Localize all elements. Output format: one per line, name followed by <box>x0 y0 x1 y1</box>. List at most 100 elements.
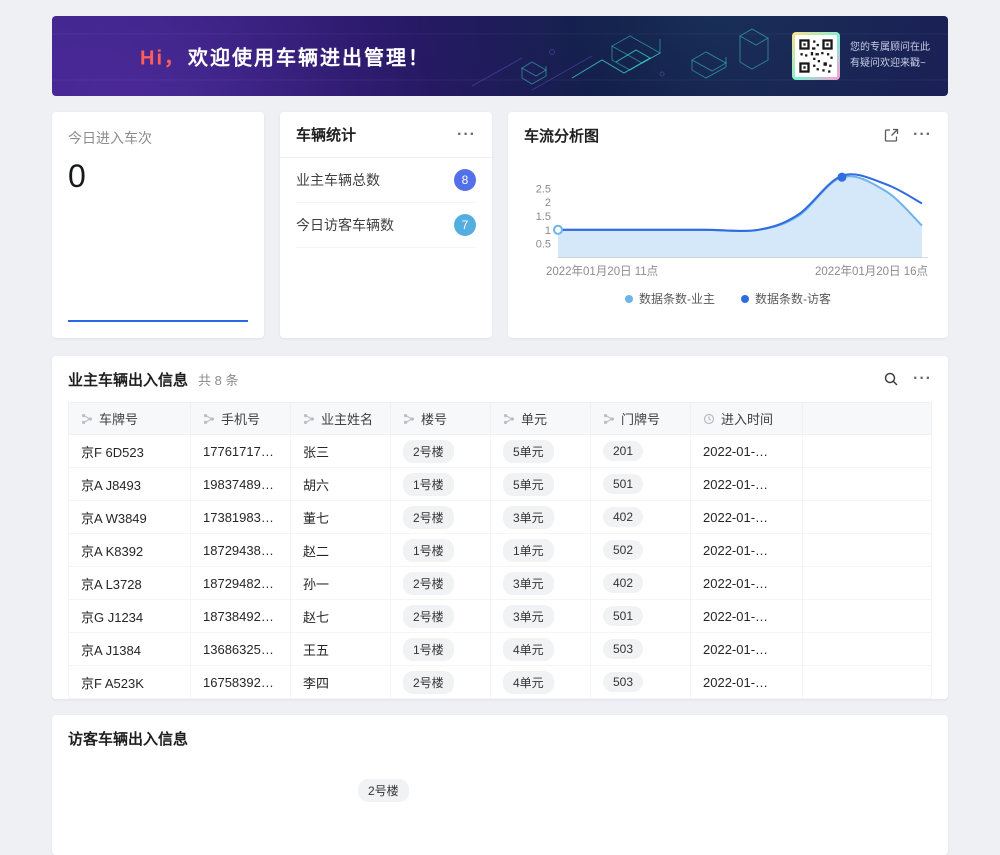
table-cell: 501 <box>591 468 691 501</box>
export-icon[interactable] <box>884 128 899 143</box>
table-cell: 2022-01-… <box>691 534 803 567</box>
column-header[interactable]: 门牌号 <box>591 403 691 435</box>
table-cell: 2022-01-… <box>691 435 803 468</box>
table-cell: 京G J1234 <box>69 600 191 633</box>
column-header[interactable]: 手机号 <box>191 403 291 435</box>
stats-row: 业主车辆总数8 <box>296 158 476 203</box>
legend-label: 数据条数-访客 <box>755 290 831 307</box>
legend-label: 数据条数-业主 <box>639 290 715 307</box>
table-row[interactable]: 京G J123418738492…赵七2号楼3单元5012022-01-… <box>69 600 932 633</box>
table-row[interactable]: 京A J849319837489…胡六1号楼5单元5012022-01-… <box>69 468 932 501</box>
search-icon[interactable] <box>883 371 899 387</box>
table-row[interactable]: 京F A523K16758392…李四2号楼4单元5032022-01-… <box>69 666 932 699</box>
table-cell <box>803 600 932 633</box>
column-header-label: 单元 <box>521 412 547 427</box>
tag: 3单元 <box>503 506 554 529</box>
table-cell: 3单元 <box>491 600 591 633</box>
table-cell: 京A J8493 <box>69 468 191 501</box>
legend-item[interactable]: 数据条数-业主 <box>625 290 715 307</box>
today-entries-value: 0 <box>68 158 248 195</box>
column-header[interactable]: 业主姓名 <box>291 403 391 435</box>
top-cards-row: 今日进入车次 0 车辆统计 ··· 业主车辆总数8今日访客车辆数7 车流分析图 <box>52 112 948 338</box>
table-cell: 17761717… <box>191 435 291 468</box>
table-row[interactable]: 京F 6D52317761717…张三2号楼5单元2012022-01-… <box>69 435 932 468</box>
svg-text:1.5: 1.5 <box>536 211 551 223</box>
column-header-label: 业主姓名 <box>321 412 373 427</box>
today-entries-sparkline <box>68 320 248 322</box>
table-cell <box>803 666 932 699</box>
column-header-label: 车牌号 <box>99 412 138 427</box>
table-cell: 201 <box>591 435 691 468</box>
qr-caption-line2: 有疑问欢迎来戳~ <box>850 56 930 72</box>
table-row[interactable]: 京A K839218729438…赵二1号楼1单元5022022-01-… <box>69 534 932 567</box>
traffic-chart-card: 车流分析图 ··· 0.511.522.52022年01月20日 11点2022… <box>508 112 948 338</box>
table-cell: 5单元 <box>491 435 591 468</box>
svg-text:1: 1 <box>545 225 551 237</box>
tag: 1号楼 <box>403 539 454 562</box>
table-cell: 2号楼 <box>391 501 491 534</box>
table-cell: 2022-01-… <box>691 501 803 534</box>
table-cell: 赵二 <box>291 534 391 567</box>
table-cell: 18729482… <box>191 567 291 600</box>
table-cell <box>803 435 932 468</box>
table-cell: 19837489… <box>191 468 291 501</box>
tag: 502 <box>603 540 643 560</box>
more-icon[interactable]: ··· <box>913 371 932 387</box>
table-cell: 2号楼 <box>391 600 491 633</box>
svg-text:2022年01月20日 16点: 2022年01月20日 16点 <box>815 264 928 278</box>
table-cell: 1号楼 <box>391 534 491 567</box>
qr-code-image <box>795 35 837 77</box>
traffic-chart-title: 车流分析图 <box>524 125 599 146</box>
chart-legend: 数据条数-业主 数据条数-访客 <box>508 290 948 307</box>
column-header-label: 楼号 <box>421 412 447 427</box>
vehicle-stats-rows: 业主车辆总数8今日访客车辆数7 <box>280 158 492 248</box>
column-header[interactable]: 楼号 <box>391 403 491 435</box>
table-cell: 京F 6D523 <box>69 435 191 468</box>
tag: 5单元 <box>503 473 554 496</box>
visitor-table-header: 访客车辆出入信息 <box>52 715 948 761</box>
vehicle-stats-card: 车辆统计 ··· 业主车辆总数8今日访客车辆数7 <box>280 112 492 338</box>
more-icon[interactable]: ··· <box>913 127 932 143</box>
column-header[interactable]: 单元 <box>491 403 591 435</box>
tag: 3单元 <box>503 572 554 595</box>
table-cell <box>803 534 932 567</box>
owner-table-title: 业主车辆出入信息 <box>68 369 188 390</box>
traffic-chart-header: 车流分析图 ··· <box>508 112 948 158</box>
table-cell: 胡六 <box>291 468 391 501</box>
tag: 501 <box>603 474 643 494</box>
owner-table-card: 业主车辆出入信息 共 8 条 ··· 车牌号 手机号 业主姓名 楼号 单元 门牌号 进入时间… <box>52 356 948 699</box>
table-row[interactable]: 京A W384917381983…董七2号楼3单元4022022-01-… <box>69 501 932 534</box>
table-cell: 13686325… <box>191 633 291 666</box>
tag: 2号楼 <box>358 779 409 802</box>
owner-table-header: 业主车辆出入信息 共 8 条 ··· <box>52 356 948 402</box>
column-header <box>803 403 932 435</box>
vehicle-stats-header: 车辆统计 ··· <box>280 112 492 158</box>
tag: 3单元 <box>503 605 554 628</box>
table-cell: 京A J1384 <box>69 633 191 666</box>
tag: 2号楼 <box>403 440 454 463</box>
table-cell: 赵七 <box>291 600 391 633</box>
table-row[interactable]: 京A L372818729482…孙一2号楼3单元4022022-01-… <box>69 567 932 600</box>
table-cell: 17381983… <box>191 501 291 534</box>
more-icon[interactable]: ··· <box>457 127 476 143</box>
visitor-table-partial-row: 2号楼 <box>52 761 948 802</box>
table-row[interactable]: 京A J138413686325…王五1号楼4单元5032022-01-… <box>69 633 932 666</box>
legend-dot <box>741 295 749 303</box>
banner-greeting-text: 欢迎使用车辆进出管理！ <box>188 48 430 70</box>
column-header[interactable]: 车牌号 <box>69 403 191 435</box>
traffic-chart-svg: 0.511.522.52022年01月20日 11点2022年01月20日 16… <box>524 160 932 288</box>
column-header[interactable]: 进入时间 <box>691 403 803 435</box>
table-cell: 2022-01-… <box>691 468 803 501</box>
tag: 4单元 <box>503 638 554 661</box>
table-cell <box>803 501 932 534</box>
legend-dot <box>625 295 633 303</box>
qr-caption-line1: 您的专属顾问在此 <box>850 40 930 56</box>
table-cell: 501 <box>591 600 691 633</box>
svg-text:0.5: 0.5 <box>536 239 551 251</box>
visitor-table-card: 访客车辆出入信息 2号楼 <box>52 715 948 855</box>
tag: 501 <box>603 606 643 626</box>
legend-item[interactable]: 数据条数-访客 <box>741 290 831 307</box>
owner-table-count: 共 8 条 <box>198 370 238 389</box>
count-badge: 8 <box>454 169 476 191</box>
column-header-label: 门牌号 <box>621 412 660 427</box>
